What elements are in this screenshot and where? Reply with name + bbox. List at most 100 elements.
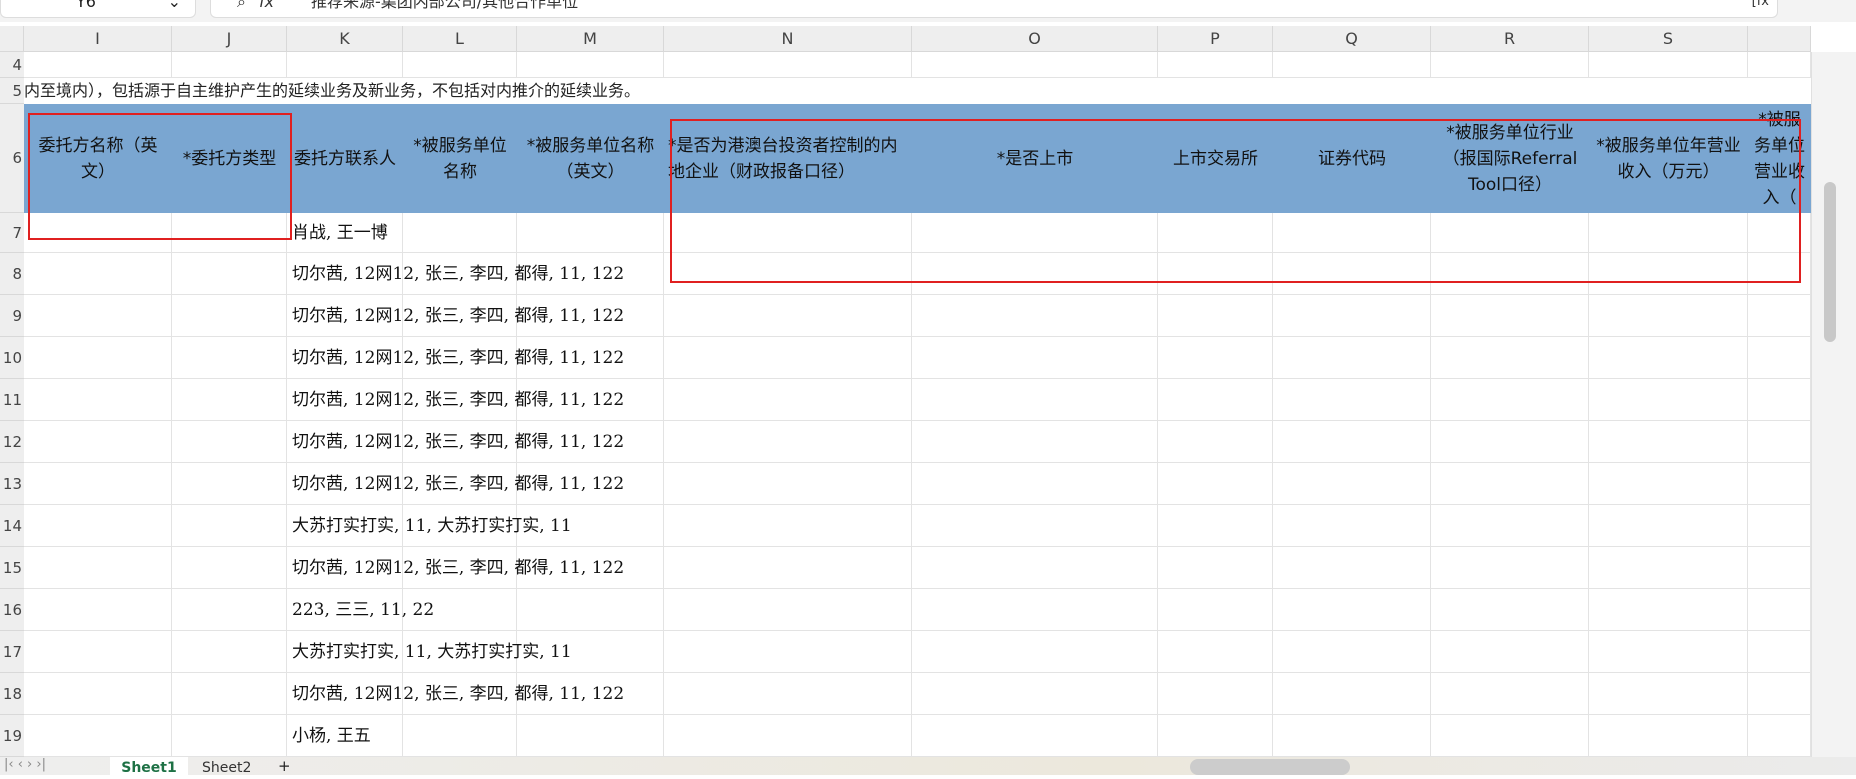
cell[interactable]: [1589, 337, 1748, 379]
cell[interactable]: [1158, 213, 1273, 253]
tab-sheet1[interactable]: Sheet1: [110, 757, 188, 776]
contact-cell[interactable]: 切尔茜, 12网12, 张三, 李四, 都得, 11, 122: [292, 547, 624, 589]
row-header-14[interactable]: 14: [0, 505, 24, 547]
column-header-M[interactable]: M: [517, 26, 664, 52]
cell[interactable]: [1431, 337, 1589, 379]
row-header-18[interactable]: 18: [0, 673, 24, 715]
scroll-thumb[interactable]: [1824, 182, 1836, 342]
cell[interactable]: [1273, 673, 1431, 715]
contact-cell[interactable]: 切尔茜, 12网12, 张三, 李四, 都得, 11, 122: [292, 253, 624, 295]
cell[interactable]: [912, 673, 1158, 715]
cell[interactable]: [172, 589, 287, 631]
cell[interactable]: [912, 52, 1158, 78]
vertical-scrollbar[interactable]: [1811, 52, 1856, 757]
cell[interactable]: [24, 547, 172, 589]
expand-formula-icon[interactable]: [fx: [1752, 0, 1769, 13]
cell[interactable]: [1589, 673, 1748, 715]
formula-input[interactable]: ⌕ fx 推荐来源-集团内部公司/其他合作单位 [fx: [210, 0, 1778, 18]
header-cell[interactable]: *委托方类型: [172, 104, 287, 213]
cell[interactable]: [1273, 379, 1431, 421]
cell[interactable]: [1589, 213, 1748, 253]
cell[interactable]: [1748, 253, 1811, 295]
cell[interactable]: [664, 213, 912, 253]
cell[interactable]: [1589, 505, 1748, 547]
row-header-11[interactable]: 11: [0, 379, 24, 421]
cell[interactable]: [172, 421, 287, 463]
cell[interactable]: [1158, 421, 1273, 463]
column-header-S[interactable]: S: [1589, 26, 1748, 52]
cell[interactable]: [1589, 295, 1748, 337]
contact-cell[interactable]: 切尔茜, 12网12, 张三, 李四, 都得, 11, 122: [292, 421, 624, 463]
cell[interactable]: [1431, 715, 1589, 757]
cell[interactable]: [1589, 421, 1748, 463]
cell[interactable]: [1748, 715, 1811, 757]
contact-cell[interactable]: 切尔茜, 12网12, 张三, 李四, 都得, 11, 122: [292, 295, 624, 337]
sheet-nav-arrows-icon[interactable]: |‹ ‹ › ›|: [4, 757, 46, 772]
select-all-corner[interactable]: [0, 26, 24, 52]
cell[interactable]: [912, 505, 1158, 547]
cell[interactable]: [1158, 505, 1273, 547]
cell[interactable]: [24, 295, 172, 337]
cell[interactable]: [1589, 253, 1748, 295]
column-header-P[interactable]: P: [1158, 26, 1273, 52]
cell[interactable]: [664, 547, 912, 589]
cell[interactable]: [1431, 547, 1589, 589]
column-header-T[interactable]: [1748, 26, 1811, 52]
row-header-8[interactable]: 8: [0, 253, 24, 295]
cell[interactable]: [1431, 421, 1589, 463]
cell[interactable]: [517, 213, 664, 253]
contact-cell[interactable]: 切尔茜, 12网12, 张三, 李四, 都得, 11, 122: [292, 463, 624, 505]
cell[interactable]: [24, 213, 172, 253]
name-box[interactable]: Y6 ⌄: [0, 0, 196, 18]
row-header-17[interactable]: 17: [0, 631, 24, 673]
cell[interactable]: [24, 673, 172, 715]
cell[interactable]: [1589, 631, 1748, 673]
column-header-K[interactable]: K: [287, 26, 403, 52]
cell[interactable]: [664, 295, 912, 337]
row-header-19[interactable]: 19: [0, 715, 24, 757]
cell[interactable]: [24, 715, 172, 757]
cell[interactable]: [664, 589, 912, 631]
contact-cell[interactable]: 肖战, 王一博: [292, 213, 388, 253]
cell[interactable]: [1431, 253, 1589, 295]
cell[interactable]: [1589, 589, 1748, 631]
cell[interactable]: [664, 715, 912, 757]
cell[interactable]: [517, 52, 664, 78]
cell[interactable]: [1158, 547, 1273, 589]
row-header-13[interactable]: 13: [0, 463, 24, 505]
row-header-16[interactable]: 16: [0, 589, 24, 631]
cell[interactable]: [1748, 295, 1811, 337]
cell[interactable]: [1748, 505, 1811, 547]
cell[interactable]: [172, 52, 287, 78]
tab-sheet2[interactable]: Sheet2: [202, 757, 251, 776]
cell[interactable]: [1589, 379, 1748, 421]
cell[interactable]: [1273, 295, 1431, 337]
cell[interactable]: [1273, 631, 1431, 673]
cell[interactable]: [1431, 379, 1589, 421]
cell[interactable]: [24, 505, 172, 547]
cell[interactable]: [172, 715, 287, 757]
cell[interactable]: [1158, 463, 1273, 505]
contact-cell[interactable]: 切尔茜, 12网12, 张三, 李四, 都得, 11, 122: [292, 673, 624, 715]
cell[interactable]: [1748, 337, 1811, 379]
row-header-5[interactable]: 5: [0, 78, 24, 104]
cell[interactable]: [1273, 52, 1431, 78]
cell[interactable]: [1158, 52, 1273, 78]
cell[interactable]: [172, 379, 287, 421]
cell[interactable]: [664, 673, 912, 715]
cell[interactable]: [1273, 253, 1431, 295]
contact-cell[interactable]: 切尔茜, 12网12, 张三, 李四, 都得, 11, 122: [292, 337, 624, 379]
header-cell[interactable]: *被服务单位年营业收入（万元）: [1589, 104, 1748, 213]
header-cell[interactable]: 委托方名称（英文）: [24, 104, 172, 213]
row-header-6[interactable]: 6: [0, 104, 24, 213]
row-header-10[interactable]: 10: [0, 337, 24, 379]
cell[interactable]: [664, 421, 912, 463]
cell[interactable]: [912, 547, 1158, 589]
cell[interactable]: [1273, 337, 1431, 379]
cell[interactable]: [517, 589, 664, 631]
column-header-J[interactable]: J: [172, 26, 287, 52]
horizontal-scroll-thumb[interactable]: [1190, 759, 1350, 775]
cell[interactable]: [24, 631, 172, 673]
header-cell[interactable]: *被服务单位行业（报国际Referral Tool口径）: [1431, 104, 1589, 213]
cell[interactable]: [1158, 379, 1273, 421]
